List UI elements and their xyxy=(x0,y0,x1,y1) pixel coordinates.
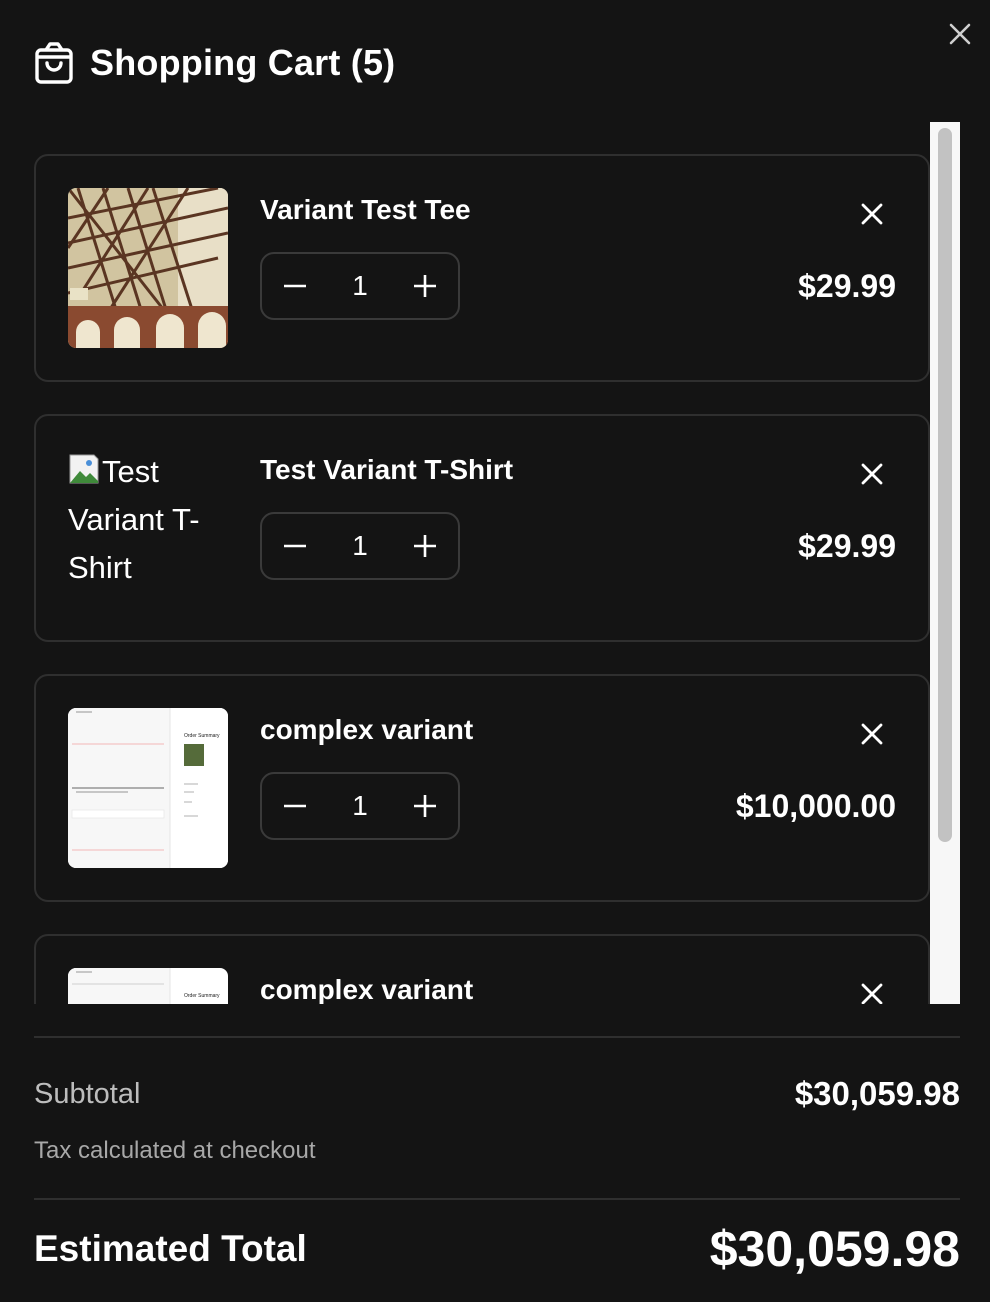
cart-item: Test Variant T-Shirt Test Variant T-Shir… xyxy=(34,414,930,642)
minus-icon xyxy=(284,544,306,548)
quantity-stepper: 1 xyxy=(260,772,460,840)
subtotal-value: $30,059.98 xyxy=(794,1075,960,1112)
divider xyxy=(34,1198,960,1200)
decrease-quantity-button[interactable] xyxy=(262,254,328,318)
product-image xyxy=(68,188,228,348)
decrease-quantity-button[interactable] xyxy=(262,514,328,578)
broken-image-icon xyxy=(69,454,99,484)
cart-items-scroll-area[interactable]: Variant Test Tee 1 $29.99 Test Variant T… xyxy=(34,122,930,1004)
scrollbar[interactable] xyxy=(930,122,960,1004)
product-image: Order Summary xyxy=(68,968,228,1004)
remove-item-button[interactable] xyxy=(858,200,886,228)
increase-quantity-button[interactable] xyxy=(392,774,458,838)
svg-text:Order Summary: Order Summary xyxy=(184,733,220,739)
cart-item: Order Summary complex variant 1 $10,000.… xyxy=(34,674,930,902)
estimated-total-value: $30,059.98 xyxy=(709,1221,960,1277)
cart-header: Shopping Cart (5) xyxy=(34,40,395,86)
plus-icon xyxy=(414,795,436,817)
minus-icon xyxy=(284,284,306,288)
item-price: $10,000.00 xyxy=(735,788,896,824)
product-name[interactable]: complex variant xyxy=(260,972,473,1004)
remove-item-button[interactable] xyxy=(858,980,886,1004)
cart-items-list: Variant Test Tee 1 $29.99 Test Variant T… xyxy=(34,154,930,1004)
plus-icon xyxy=(414,535,436,557)
close-icon xyxy=(861,983,883,1004)
increase-quantity-button[interactable] xyxy=(392,514,458,578)
quantity-value: 1 xyxy=(352,790,368,821)
product-name[interactable]: Variant Test Tee xyxy=(260,192,471,228)
remove-item-button[interactable] xyxy=(858,460,886,488)
plus-icon xyxy=(414,275,436,297)
shopping-bag-icon xyxy=(35,42,73,84)
quantity-stepper: 1 xyxy=(260,512,460,580)
subtotal-label: Subtotal xyxy=(34,1078,141,1110)
cart-title: Shopping Cart (5) xyxy=(90,42,396,83)
cart-item: Order Summary complex variant xyxy=(34,934,930,1004)
svg-text:Order Summary: Order Summary xyxy=(184,993,220,999)
close-icon xyxy=(861,463,883,485)
product-image: Test Variant T-Shirt xyxy=(68,448,228,608)
divider xyxy=(34,1036,960,1038)
close-icon xyxy=(861,723,883,745)
product-name[interactable]: complex variant xyxy=(260,712,473,748)
cart-item: Variant Test Tee 1 $29.99 xyxy=(34,154,930,382)
quantity-stepper: 1 xyxy=(260,252,460,320)
estimated-total-label: Estimated Total xyxy=(34,1228,307,1269)
close-cart-button[interactable] xyxy=(944,18,976,50)
quantity-value: 1 xyxy=(352,530,368,561)
product-image: Order Summary xyxy=(68,708,228,868)
product-name[interactable]: Test Variant T-Shirt xyxy=(260,452,513,488)
remove-item-button[interactable] xyxy=(858,720,886,748)
minus-icon xyxy=(284,804,306,808)
tax-note: Tax calculated at checkout xyxy=(34,1137,316,1164)
close-icon xyxy=(949,23,971,45)
item-price: $29.99 xyxy=(798,528,896,564)
decrease-quantity-button[interactable] xyxy=(262,774,328,838)
quantity-value: 1 xyxy=(352,270,368,301)
item-price: $29.99 xyxy=(798,268,896,304)
increase-quantity-button[interactable] xyxy=(392,254,458,318)
scrollbar-thumb[interactable] xyxy=(938,128,952,842)
close-icon xyxy=(861,203,883,225)
